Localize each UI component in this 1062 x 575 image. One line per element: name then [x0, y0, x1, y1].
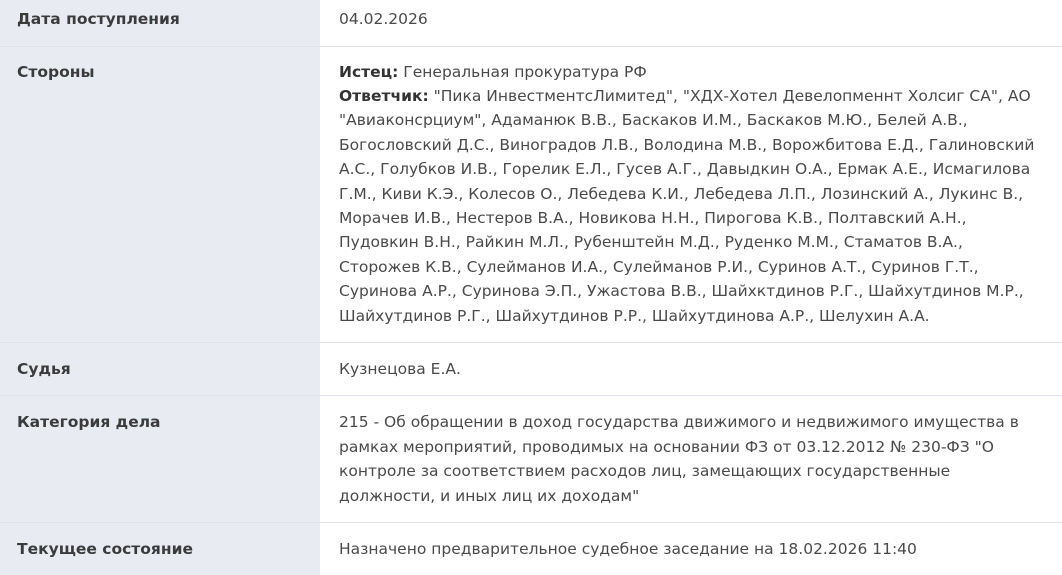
receipt-date-label: Дата поступления — [0, 0, 320, 46]
row-receipt-date: Дата поступления 04.02.2026 — [0, 0, 1062, 46]
parties-value: Истец: Генеральная прокуратура РФ Ответч… — [320, 46, 1062, 342]
plaintiff-line: Истец: Генеральная прокуратура РФ — [339, 60, 1038, 84]
defendant-role: Ответчик: — [339, 87, 429, 105]
receipt-date-value: 04.02.2026 — [320, 0, 1062, 46]
judge-label: Судья — [0, 342, 320, 395]
status-label: Текущее состояние — [0, 523, 320, 575]
defendant-line: Ответчик: "Пика ИнвестментсЛимитед", "ХД… — [339, 84, 1038, 328]
category-label: Категория дела — [0, 396, 320, 523]
row-status: Текущее состояние Назначено предваритель… — [0, 523, 1062, 575]
judge-value: Кузнецова Е.А. — [320, 342, 1062, 395]
row-parties: Стороны Истец: Генеральная прокуратура Р… — [0, 46, 1062, 342]
row-category: Категория дела 215 - Об обращении в дохо… — [0, 396, 1062, 523]
plaintiff-name: Генеральная прокуратура РФ — [403, 63, 646, 81]
category-value: 215 - Об обращении в доход государства д… — [320, 396, 1062, 523]
row-judge: Судья Кузнецова Е.А. — [0, 342, 1062, 395]
defendant-names: "Пика ИнвестментсЛимитед", "ХДХ-Хотел Де… — [339, 87, 1034, 325]
case-details-table: Дата поступления 04.02.2026 Стороны Исте… — [0, 0, 1062, 575]
parties-label: Стороны — [0, 46, 320, 342]
status-value: Назначено предварительное судебное засед… — [320, 523, 1062, 575]
plaintiff-role: Истец: — [339, 63, 398, 81]
